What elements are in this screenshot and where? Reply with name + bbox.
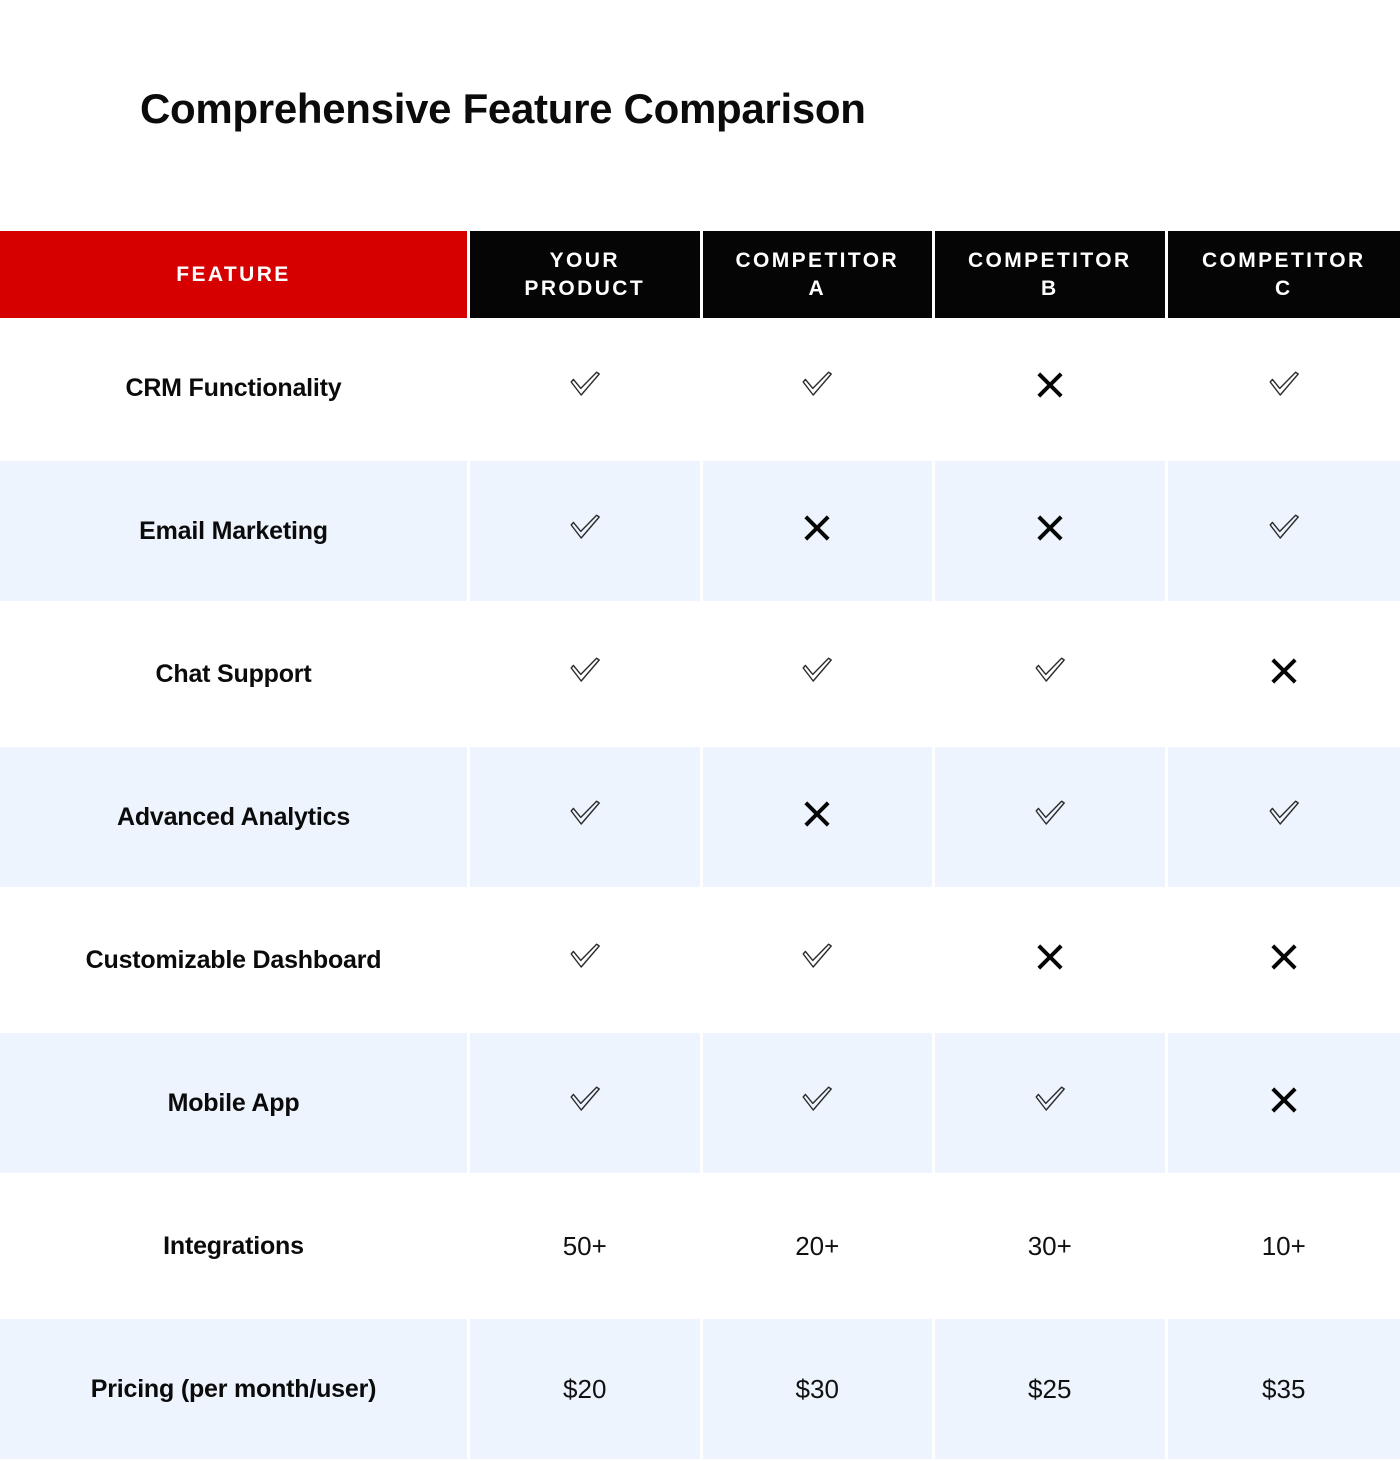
check-outline-icon <box>800 369 834 401</box>
comparison-table-page: Comprehensive Feature Comparison FEATURE… <box>0 0 1400 1400</box>
column-header-competitor-b-line1: COMPETITOR <box>968 249 1132 272</box>
feature-label: Mobile App <box>0 1033 470 1176</box>
table-row: Mobile App <box>0 1033 1400 1176</box>
check-outline-icon <box>1267 369 1301 401</box>
cell-cross <box>935 461 1168 604</box>
cell-check <box>935 1033 1168 1176</box>
cell-check <box>703 1033 936 1176</box>
cell-cross <box>935 318 1168 461</box>
feature-label: CRM Functionality <box>0 318 470 461</box>
table-row: Email Marketing <box>0 461 1400 604</box>
check-outline-icon <box>1267 512 1301 544</box>
cell-cross <box>935 890 1168 1033</box>
cell-cross <box>1168 604 1400 747</box>
check-outline-icon <box>568 512 602 544</box>
cell-check <box>470 461 703 604</box>
cross-icon <box>802 799 832 829</box>
cell-cross <box>703 461 936 604</box>
feature-label: Pricing (per month/user) <box>0 1319 470 1462</box>
table-row: Pricing (per month/user)$20$30$25$35 <box>0 1319 1400 1462</box>
cell-cross <box>1168 890 1400 1033</box>
column-header-competitor-c-line1: COMPETITOR <box>1202 249 1366 272</box>
cross-icon <box>1035 370 1065 400</box>
cross-icon <box>1269 1085 1299 1115</box>
table-row: Advanced Analytics <box>0 747 1400 890</box>
cell-check <box>703 318 936 461</box>
feature-comparison-table: FEATURE YOUR PRODUCT COMPETITOR A COMPET… <box>0 231 1400 1462</box>
column-header-competitor-c[interactable]: COMPETITOR C <box>1168 231 1400 318</box>
check-outline-icon <box>1033 655 1067 687</box>
column-header-competitor-b-line2: B <box>1041 277 1059 300</box>
cell-cross <box>703 747 936 890</box>
cell-check <box>1168 747 1400 890</box>
check-outline-icon <box>568 1084 602 1116</box>
cross-icon <box>1269 656 1299 686</box>
cell-cross <box>1168 1033 1400 1176</box>
feature-label: Customizable Dashboard <box>0 890 470 1033</box>
cross-icon <box>1269 942 1299 972</box>
column-header-your-product-line2: PRODUCT <box>524 277 645 300</box>
cross-icon <box>1035 513 1065 543</box>
column-header-competitor-a-line1: COMPETITOR <box>735 249 899 272</box>
table-header-row: FEATURE YOUR PRODUCT COMPETITOR A COMPET… <box>0 231 1400 318</box>
column-header-competitor-c-line2: C <box>1275 277 1293 300</box>
table-body: CRM FunctionalityEmail MarketingChat Sup… <box>0 318 1400 1462</box>
column-header-feature[interactable]: FEATURE <box>0 231 470 318</box>
cell-check <box>703 604 936 747</box>
table-header: FEATURE YOUR PRODUCT COMPETITOR A COMPET… <box>0 231 1400 318</box>
check-outline-icon <box>568 369 602 401</box>
cell-check <box>470 318 703 461</box>
check-outline-icon <box>800 1084 834 1116</box>
check-outline-icon <box>568 941 602 973</box>
cell-check <box>935 604 1168 747</box>
table-row: Integrations50+20+30+10+ <box>0 1176 1400 1319</box>
cell-value: $35 <box>1168 1319 1400 1462</box>
column-header-your-product-line1: YOUR <box>550 249 620 272</box>
check-outline-icon <box>800 655 834 687</box>
page-title: Comprehensive Feature Comparison <box>140 86 866 132</box>
cell-value: $30 <box>703 1319 936 1462</box>
cell-value: 20+ <box>703 1176 936 1319</box>
cell-check <box>470 604 703 747</box>
column-header-feature-label: FEATURE <box>176 263 290 286</box>
check-outline-icon <box>568 655 602 687</box>
cell-check <box>1168 318 1400 461</box>
feature-label: Email Marketing <box>0 461 470 604</box>
table-row: Customizable Dashboard <box>0 890 1400 1033</box>
cell-value: 30+ <box>935 1176 1168 1319</box>
column-header-competitor-b[interactable]: COMPETITOR B <box>935 231 1168 318</box>
cell-check <box>703 890 936 1033</box>
cell-value: $25 <box>935 1319 1168 1462</box>
column-header-competitor-a-line2: A <box>808 277 826 300</box>
check-outline-icon <box>800 941 834 973</box>
cell-check <box>470 890 703 1033</box>
cell-value: 50+ <box>470 1176 703 1319</box>
check-outline-icon <box>1267 798 1301 830</box>
cell-check <box>1168 461 1400 604</box>
cell-check <box>470 747 703 890</box>
table-row: Chat Support <box>0 604 1400 747</box>
cell-value: 10+ <box>1168 1176 1400 1319</box>
feature-label: Chat Support <box>0 604 470 747</box>
cross-icon <box>802 513 832 543</box>
check-outline-icon <box>1033 798 1067 830</box>
cell-check <box>935 747 1168 890</box>
feature-label: Advanced Analytics <box>0 747 470 890</box>
table-row: CRM Functionality <box>0 318 1400 461</box>
column-header-competitor-a[interactable]: COMPETITOR A <box>703 231 936 318</box>
cell-value: $20 <box>470 1319 703 1462</box>
column-header-your-product[interactable]: YOUR PRODUCT <box>470 231 703 318</box>
cell-check <box>470 1033 703 1176</box>
feature-label: Integrations <box>0 1176 470 1319</box>
cross-icon <box>1035 942 1065 972</box>
check-outline-icon <box>568 798 602 830</box>
check-outline-icon <box>1033 1084 1067 1116</box>
